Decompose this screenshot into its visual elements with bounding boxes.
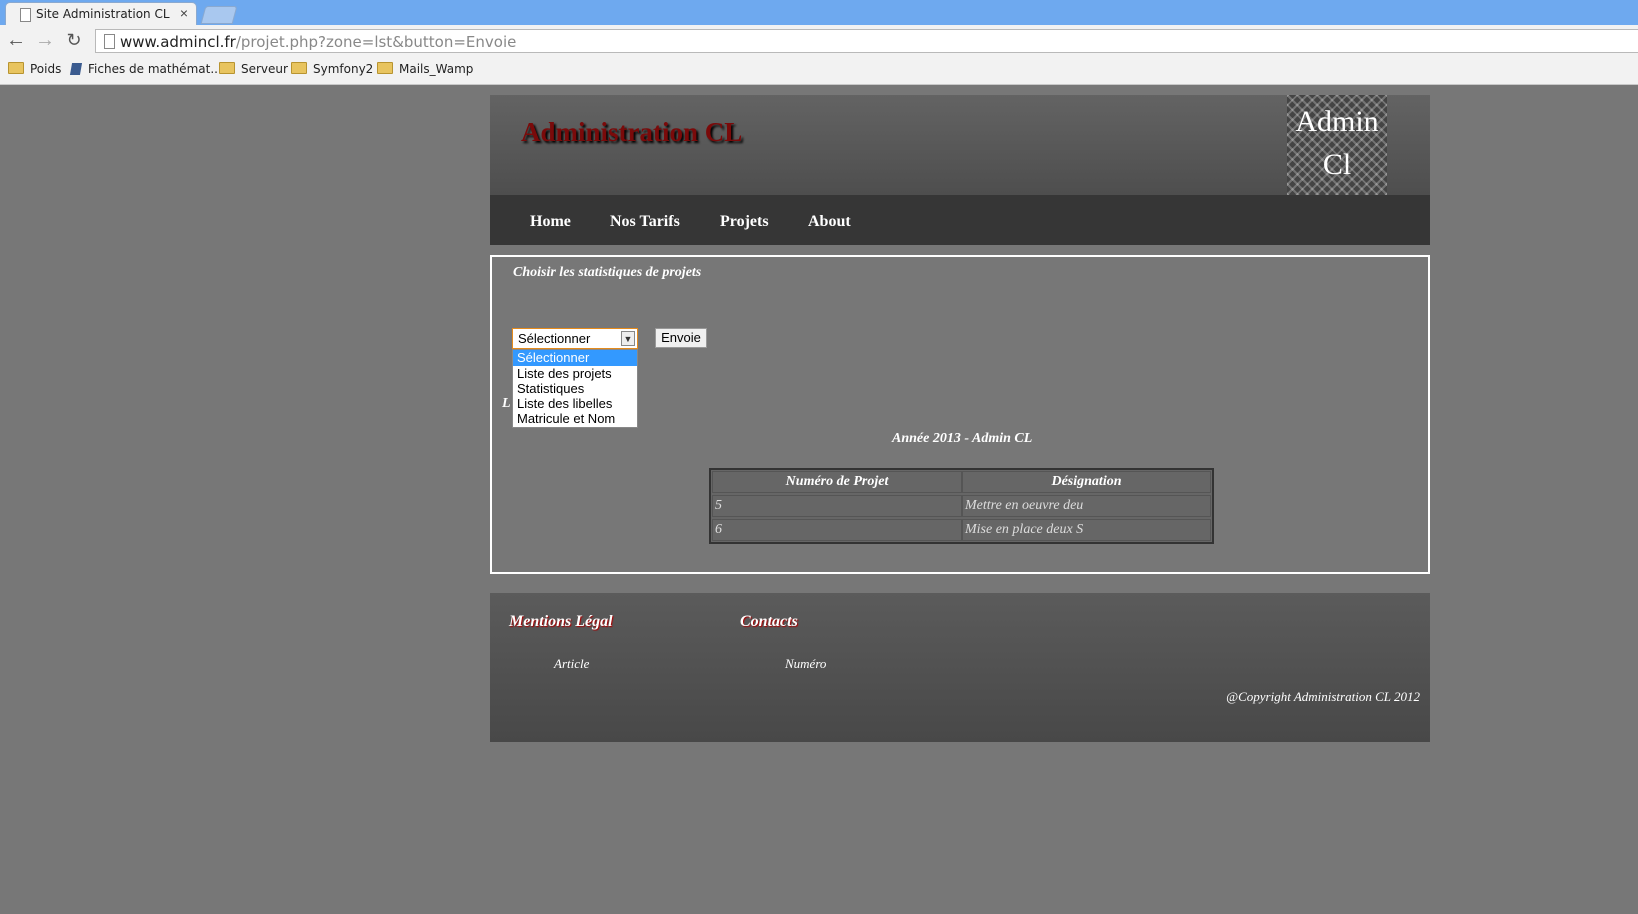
bookmark-serveur[interactable]: Serveur <box>219 62 288 76</box>
book-icon <box>69 63 83 75</box>
site-title: Administration CL <box>521 117 743 147</box>
envoie-button[interactable]: Envoie <box>655 328 707 348</box>
page-icon <box>20 8 31 22</box>
nav-item-projets[interactable]: Projets <box>720 213 769 231</box>
footer-article-link[interactable]: Article <box>554 656 589 672</box>
option-matricule-nom[interactable]: Matricule et Nom <box>513 411 637 427</box>
projects-table: Numéro de Projet Désignation 5 Mettre en… <box>709 468 1214 544</box>
option-statistiques[interactable]: Statistiques <box>513 381 637 397</box>
table-header-designation: Désignation <box>962 471 1211 493</box>
bookmark-label: Symfony2 <box>313 62 374 76</box>
nav-item-about[interactable]: About <box>808 213 851 231</box>
bookmark-label: Serveur <box>241 62 288 76</box>
url-domain: www.admincl.fr <box>120 33 236 51</box>
copyright-text: @Copyright Administration CL 2012 <box>1226 689 1420 704</box>
option-liste-projets[interactable]: Liste des projets <box>513 366 637 382</box>
tab-title: Site Administration CL <box>36 7 170 21</box>
table-cell-designation: Mise en place deux S <box>962 519 1211 541</box>
footer-contacts-title: Contacts <box>740 613 798 630</box>
chevron-down-icon[interactable]: ▼ <box>621 331 635 346</box>
main-panel: Choisir les statistiques de projets Séle… <box>490 255 1430 574</box>
option-selectionner[interactable]: Sélectionner <box>513 350 637 366</box>
logo-line-2: Cl <box>1322 148 1352 181</box>
stats-title: Choisir les statistiques de projets <box>513 265 702 280</box>
url-text: www.admincl.fr/projet.php?zone=lst&butto… <box>120 33 516 51</box>
logo-line-1: Admin <box>1295 105 1379 138</box>
forward-arrow-icon[interactable]: → <box>33 28 57 52</box>
stats-select[interactable]: Sélectionner ▼ <box>512 328 638 349</box>
bookmarks-bar: Poids Fiches de mathémat... Serveur Symf… <box>0 57 1638 85</box>
table-cell-numero: 5 <box>712 495 962 517</box>
site-footer: Mentions Légal Article Contacts Numéro @… <box>490 593 1430 742</box>
option-liste-libelles[interactable]: Liste des libelles <box>513 396 637 412</box>
year-caption: Année 2013 - Admin CL <box>892 431 1033 446</box>
table-cell-numero: 6 <box>712 519 962 541</box>
back-arrow-icon[interactable]: ← <box>4 28 28 52</box>
folder-icon <box>291 62 307 74</box>
bookmark-mails-wamp[interactable]: Mails_Wamp <box>377 62 473 76</box>
nav-item-home[interactable]: Home <box>530 213 571 231</box>
browser-titlebar: Site Administration CL × <box>0 0 1638 25</box>
browser-toolbar: ← → ↻ www.admincl.fr/projet.php?zone=lst… <box>0 25 1638 57</box>
bookmark-symfony2[interactable]: Symfony2 <box>291 62 373 76</box>
reload-icon[interactable]: ↻ <box>62 28 86 52</box>
bookmark-label: Poids <box>30 62 62 76</box>
url-path: /projet.php?zone=lst&button=Envoie <box>235 33 517 51</box>
folder-icon <box>377 62 393 74</box>
table-header-numero: Numéro de Projet <box>712 471 962 493</box>
main-nav: Home Nos Tarifs Projets About <box>490 195 1430 245</box>
bookmark-label: Fiches de mathémat... <box>88 62 222 76</box>
table-cell-designation: Mettre en oeuvre deu <box>962 495 1211 517</box>
address-bar[interactable]: www.admincl.fr/projet.php?zone=lst&butto… <box>95 29 1638 53</box>
bookmark-label: Mails_Wamp <box>399 62 474 76</box>
tab-close-icon[interactable]: × <box>180 5 188 21</box>
select-value: Sélectionner <box>518 331 591 346</box>
footer-mentions-title: Mentions Légal <box>509 613 613 630</box>
site-header: Administration CL Admin Cl <box>490 95 1430 195</box>
nav-item-tarifs[interactable]: Nos Tarifs <box>610 213 680 231</box>
obscured-heading: L <box>502 396 511 411</box>
browser-tab[interactable]: Site Administration CL × <box>5 2 197 25</box>
folder-icon <box>8 62 24 74</box>
site-logo: Admin Cl <box>1287 95 1387 195</box>
select-dropdown: Sélectionner Liste des projets Statistiq… <box>512 349 638 428</box>
document-icon <box>104 34 115 49</box>
new-tab-button[interactable] <box>200 6 238 24</box>
bookmark-poids[interactable]: Poids <box>8 62 61 76</box>
footer-numero-link[interactable]: Numéro <box>785 656 826 672</box>
bookmark-fiches[interactable]: Fiches de mathémat... <box>69 62 222 76</box>
folder-icon <box>219 62 235 74</box>
